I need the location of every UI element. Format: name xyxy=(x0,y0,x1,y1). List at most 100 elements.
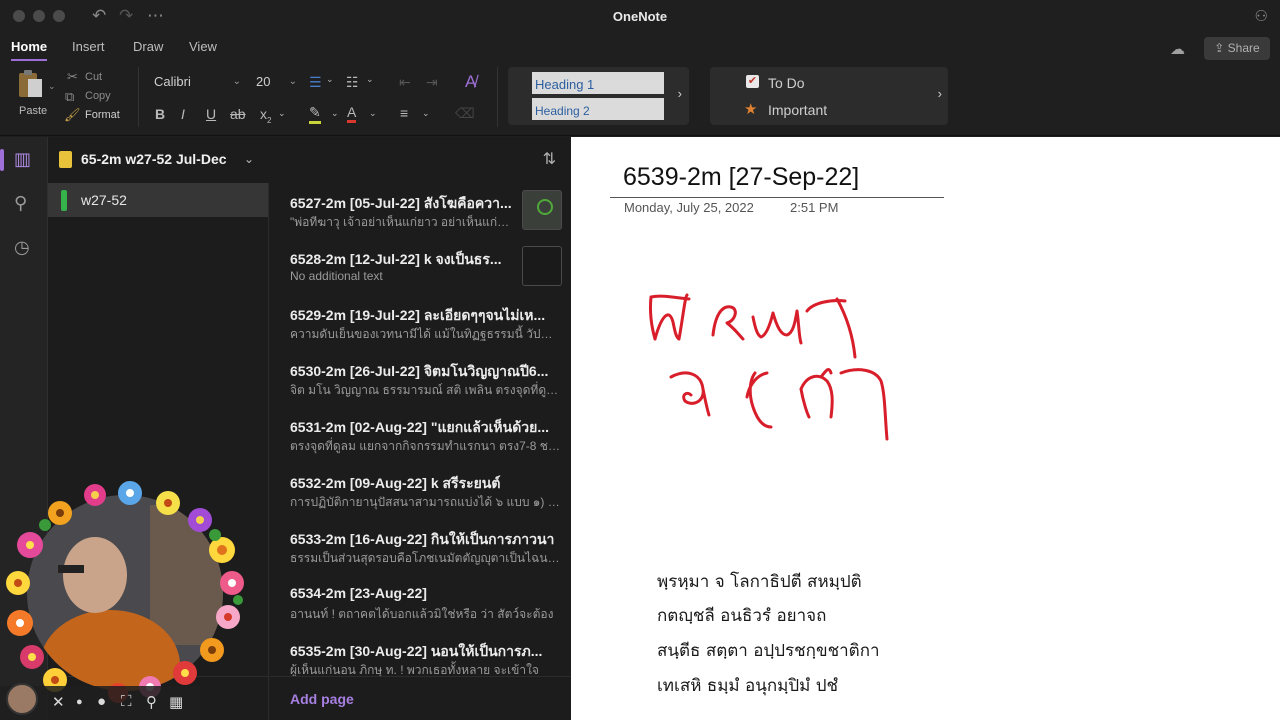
section-label: w27-52 xyxy=(81,192,127,208)
chevron-down-icon[interactable]: ⌄ xyxy=(278,108,286,119)
tag-important[interactable]: Important xyxy=(768,102,827,118)
large-size-icon[interactable]: ● xyxy=(97,693,106,710)
recent-clock-icon[interactable]: ◷ xyxy=(14,237,30,258)
format-painter-label[interactable]: Format xyxy=(85,109,120,121)
style-heading-2[interactable]: Heading 2 xyxy=(532,98,664,120)
font-family-select[interactable]: Calibri ⌄ xyxy=(148,72,245,92)
decrease-indent-icon[interactable]: ⇤ xyxy=(399,74,411,91)
increase-indent-icon[interactable]: ⇥ xyxy=(426,74,438,91)
frame-icon[interactable]: ▦ xyxy=(169,693,183,711)
text-line-2[interactable]: กตญฺชลี อนธิวรํ อยาจถ xyxy=(657,602,826,629)
search-icon[interactable]: ⚲ xyxy=(14,193,27,214)
cut-label[interactable]: Cut xyxy=(85,71,102,83)
notebook-title[interactable]: 65-2m w27-52 Jul-Dec xyxy=(81,151,227,167)
close-icon[interactable]: ✕ xyxy=(52,693,65,711)
page-preview: จิต มโน วิญญาณ ธรรมารมณ์ สติ เพลิน ตรงจุ… xyxy=(290,383,560,397)
person-icon[interactable]: ⚲ xyxy=(146,693,157,711)
style-heading-1[interactable]: Heading 1 xyxy=(532,72,664,94)
text-line-3[interactable]: สนฺตีธ สตฺตา อปฺปรชกฺขชาติกา xyxy=(657,637,880,664)
tab-home[interactable]: Home xyxy=(11,39,48,61)
fullscreen-icon[interactable]: ⛶ xyxy=(121,693,132,710)
section-item-w27-52[interactable]: w27-52 xyxy=(48,183,268,217)
chevron-down-icon[interactable]: ⌄ xyxy=(422,108,430,119)
highlighter-icon[interactable]: ✎ xyxy=(309,104,321,124)
list-item[interactable]: 6531-2m [02-Aug-22] "แยกแล้วเห็นด้วย... … xyxy=(270,407,570,463)
list-item[interactable]: 6530-2m [26-Jul-22] จิตมโนวิญญาณปี6... จ… xyxy=(270,351,570,407)
tag-todo[interactable]: To Do xyxy=(768,75,805,91)
page-preview: ตรงจุดที่ดูลม แยกจากกิจกรรมทำแรกนา ตรง7-… xyxy=(290,439,560,453)
sort-icon[interactable]: ⇅ xyxy=(543,149,556,169)
paste-label: Paste xyxy=(19,105,48,117)
chevron-down-icon[interactable]: ⌄ xyxy=(244,152,254,166)
webcam-overlay xyxy=(6,481,244,703)
page-title: 6531-2m [02-Aug-22] "แยกแล้วเห็นด้วย... xyxy=(290,419,550,435)
list-item[interactable]: 6533-2m [16-Aug-22] กินให้เป็นการภาวนา ธ… xyxy=(270,519,570,575)
chevron-down-icon[interactable]: ⌄ xyxy=(369,108,377,119)
paste-dropdown-icon[interactable]: ⌄ xyxy=(48,81,56,92)
checkbox-icon: ✔ xyxy=(746,75,759,88)
page-title: 6530-2m [26-Jul-22] จิตมโนวิญญาณปี6... xyxy=(290,363,549,379)
list-item[interactable]: 6527-2m [05-Jul-22] สังโฆคือควา... "พ่อท… xyxy=(270,183,570,239)
page-preview: อานนท์ ! ตถาคตได้บอกแล้วมิใช่หรือ ว่า สั… xyxy=(290,607,554,621)
tab-insert[interactable]: Insert xyxy=(72,39,105,54)
chevron-right-icon[interactable]: › xyxy=(938,86,942,101)
copy-icon[interactable]: ⧉ xyxy=(65,89,74,105)
add-page-button[interactable]: Add page xyxy=(290,691,354,707)
numbered-list-icon[interactable]: ☷ xyxy=(346,74,359,91)
app-title: OneNote xyxy=(612,9,668,24)
avatar xyxy=(6,683,38,715)
page-preview: ความดับเย็นของเวทนามีได้ แม้ในทิฏฐธรรมนี… xyxy=(290,327,560,341)
note-canvas[interactable]: 6539-2m [27-Sep-22] Monday, July 25, 202… xyxy=(571,137,1280,720)
list-item[interactable]: 6528-2m [12-Jul-22] k จงเป็นธร... No add… xyxy=(270,239,570,295)
list-item[interactable]: 6529-2m [19-Jul-22] ละเอียดๆๆจนไม่เห... … xyxy=(270,295,570,351)
tags-gallery[interactable]: ✔ To Do ★ Important › xyxy=(710,67,948,125)
list-item[interactable]: 6532-2m [09-Aug-22] k สรีระยนต์ การปฏิบั… xyxy=(270,463,570,519)
handwritten-ink[interactable] xyxy=(631,277,921,477)
underline-icon[interactable]: U xyxy=(206,106,216,122)
strikethrough-icon[interactable]: ab xyxy=(230,106,246,122)
font-family-value: Calibri xyxy=(154,74,191,89)
share-button[interactable]: ⇪ Share xyxy=(1204,37,1270,60)
small-size-icon[interactable]: ● xyxy=(76,696,83,708)
text-line-1[interactable]: พฺรหฺมา จ โลกาธิปตี สหมฺปติ xyxy=(657,568,862,595)
sync-status-icon[interactable]: ☁ xyxy=(1170,40,1185,58)
page-title: 6528-2m [12-Jul-22] k จงเป็นธร... xyxy=(290,251,502,267)
notebook-header[interactable]: 65-2m w27-52 Jul-Dec ⌄ ⇅ xyxy=(48,137,570,183)
people-icon[interactable]: ⚇ xyxy=(1255,7,1268,25)
page-title: 6535-2m [30-Aug-22] นอนให้เป็นการภ... xyxy=(290,643,543,659)
text-line-4[interactable]: เทเสหิ ธมฺมํ อนุกมฺปิมํ ปชํ xyxy=(657,672,838,699)
italic-icon[interactable]: I xyxy=(181,106,185,122)
page-preview: ธรรมเป็นส่วนสุดรอบคือโภชเนมัตตัญญุตาเป็น… xyxy=(290,551,560,565)
chevron-right-icon[interactable]: › xyxy=(678,86,682,101)
chevron-down-icon[interactable]: ⌄ xyxy=(326,74,334,85)
bold-icon[interactable]: B xyxy=(155,106,165,122)
clear-formatting-icon[interactable]: A̸ xyxy=(465,72,476,92)
paste-button[interactable]: ⌄ Paste xyxy=(14,69,58,119)
pages-list: 6527-2m [05-Jul-22] สังโฆคือควา... "พ่อท… xyxy=(270,183,570,720)
page-preview: การปฏิบัติกายานุปัสสนาสามารถแบ่งได้ ๖ แบ… xyxy=(290,495,560,509)
delete-icon[interactable]: ⌫ xyxy=(455,105,475,122)
format-painter-icon[interactable]: 🖌 xyxy=(64,107,81,123)
chevron-down-icon[interactable]: ⌄ xyxy=(331,108,339,119)
font-size-select[interactable]: 20 ⌄ xyxy=(250,72,301,92)
font-color-icon[interactable]: A xyxy=(347,104,357,123)
chevron-down-icon[interactable]: ⌄ xyxy=(366,74,374,85)
rail-active-indicator xyxy=(0,149,4,171)
page-title: 6533-2m [16-Aug-22] กินให้เป็นการภาวนา xyxy=(290,531,555,547)
copy-label[interactable]: Copy xyxy=(85,90,111,102)
page-date: Monday, July 25, 2022 xyxy=(624,200,754,215)
align-icon[interactable]: ≡ xyxy=(400,105,408,121)
list-item[interactable]: 6534-2m [23-Aug-22] อานนท์ ! ตถาคตได้บอก… xyxy=(270,575,570,631)
page-title: 6534-2m [23-Aug-22] xyxy=(290,585,427,601)
section-color-tab xyxy=(61,190,67,211)
cut-icon[interactable]: ✂ xyxy=(67,69,78,85)
bullet-list-icon[interactable]: ☰ xyxy=(309,74,322,91)
page-title-field[interactable]: 6539-2m [27-Sep-22] xyxy=(623,163,859,192)
tab-view[interactable]: View xyxy=(189,39,217,54)
pages-footer: Add page xyxy=(270,676,570,720)
page-thumbnail xyxy=(522,246,562,286)
styles-gallery[interactable]: Heading 1 Heading 2 › xyxy=(508,67,689,125)
tab-draw[interactable]: Draw xyxy=(133,39,163,54)
subscript-icon[interactable]: x2 xyxy=(260,106,271,125)
notebooks-icon[interactable]: ▥ xyxy=(14,149,31,170)
